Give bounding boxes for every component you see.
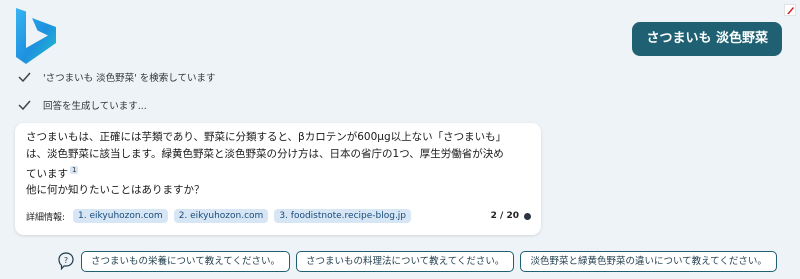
- question-help-icon[interactable]: ?: [58, 252, 74, 270]
- bing-logo-icon: [16, 8, 56, 64]
- suggestion-chip[interactable]: 淡色野菜と緑黄色野菜の違いについて教えてください。: [520, 251, 777, 272]
- generating-status: 回答を生成しています...: [18, 98, 147, 112]
- suggestion-chip[interactable]: さつまいもの料理法について教えてください。: [295, 251, 515, 272]
- checkmark-icon: [18, 72, 31, 82]
- source-link-1[interactable]: 1. eikyuhozon.com: [73, 209, 168, 223]
- source-link-2[interactable]: 2. eikyuhozon.com: [173, 209, 269, 223]
- red-extension-badge-icon[interactable]: [784, 4, 796, 16]
- answer-line-final: ています 1: [26, 162, 534, 183]
- answer-line: さつまいもは、正確には芋類であり、野菜に分類すると、βカロテンが600μg以上な…: [26, 131, 507, 143]
- suggestion-chip[interactable]: さつまいもの栄養について教えてください。: [81, 251, 290, 272]
- svg-text:?: ?: [64, 256, 68, 265]
- sources-row: 詳細情報: 1. eikyuhozon.com 2. eikyuhozon.co…: [26, 209, 531, 223]
- turn-indicator-dot: [524, 212, 531, 220]
- search-status-text: 'さつまいも 淡色野菜' を検索しています: [43, 73, 216, 84]
- turn-counter: 2 / 20: [490, 211, 519, 221]
- suggestion-chips: さつまいもの栄養について教えてください。 さつまいもの料理法について教えてくださ…: [81, 251, 783, 272]
- citation-marker[interactable]: 1: [70, 166, 79, 174]
- answer-card: さつまいもは、正確には芋類であり、野菜に分類すると、βカロテンが600μg以上な…: [15, 123, 541, 235]
- follow-up-question: 他に何か知りたいことはありますか？: [26, 184, 205, 196]
- answer-text: さつまいもは、正確には芋類であり、野菜に分類すると、βカロテンが600μg以上な…: [26, 129, 534, 183]
- generating-status-text: 回答を生成しています...: [43, 101, 147, 112]
- answer-line: ています: [26, 168, 68, 180]
- user-query-bubble: さつまいも 淡色野菜: [632, 22, 782, 56]
- search-status: 'さつまいも 淡色野菜' を検索しています: [18, 70, 215, 84]
- checkmark-icon: [18, 100, 31, 110]
- source-link-3[interactable]: 3. foodistnote.recipe-blog.jp: [274, 209, 412, 223]
- sources-label: 詳細情報:: [26, 212, 66, 223]
- answer-line: は、淡色野菜に該当します。緑黄色野菜と淡色野菜の分け方は、日本の省庁の1つ、厚生…: [26, 147, 504, 160]
